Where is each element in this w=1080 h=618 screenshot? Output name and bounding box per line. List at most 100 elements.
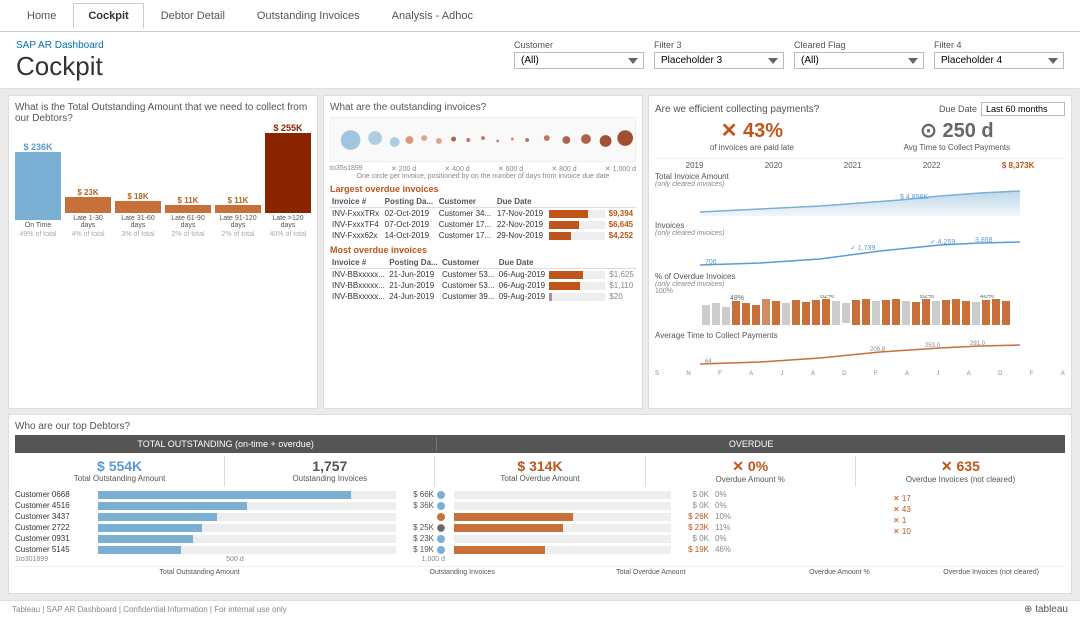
panel-outstanding-amount: What is the Total Outstanding Amount tha… <box>8 95 318 409</box>
bar-3437 <box>98 513 396 521</box>
filter4-select[interactable]: Placeholder 4 <box>934 52 1064 69</box>
bar-4516 <box>98 502 396 510</box>
avg-time-section: Average Time to Collect Payments 64 209.… <box>655 331 1065 377</box>
mcust-1: Customer 53... <box>440 269 497 281</box>
bubble-chart-svg <box>331 118 635 163</box>
cust-5145: Customer 5145 <box>15 545 95 554</box>
avg-time-svg: 64 209.9 253.0 291.0 <box>655 340 1065 368</box>
bar-late-31-60-value: $ 18K <box>127 192 148 201</box>
col-posting-m: Posting Da... <box>387 257 440 269</box>
year-labels: 2019 2020 2021 2022 $ 8,373K <box>655 158 1065 170</box>
ov-row-3437: $ 26K <box>451 512 709 521</box>
post-2: 07-Oct-2019 <box>383 219 437 230</box>
panel-right-header: Are we efficient collecting payments? Du… <box>655 102 1065 116</box>
kpi-outstanding-invoices: 1,757 Outstanding Invoices <box>225 456 435 486</box>
total-axis: 1to301899500 d1,000 d <box>15 556 445 563</box>
minv-2: INV-BBxxxxx... <box>330 280 387 291</box>
dt-row-0668: Customer 0668 $ 66K <box>15 490 445 499</box>
footer-nc: Overdue Invoices (not cleared) <box>917 569 1065 576</box>
col-val <box>607 196 636 208</box>
kpi-overdue-val: $ 314K <box>437 458 642 474</box>
col-footers: Total Outstanding Amount Outstanding Inv… <box>15 566 1065 576</box>
footer-text: Tableau | SAP AR Dashboard | Confidentia… <box>12 605 287 614</box>
nav-tab-cockpit[interactable]: Cockpit <box>73 3 143 29</box>
kpi-pct-label: Overdue Amount % <box>648 475 853 484</box>
axis-label-5: ✕ 1,000 d <box>605 165 636 173</box>
nc-row-2722: ✕ 43 <box>893 505 1065 514</box>
ov-val-3437: $ 26K <box>674 512 709 521</box>
mpost-2: 21-Jun-2019 <box>387 280 440 291</box>
kpi-total-outstanding: $ 554K Total Outstanding Amount <box>15 456 225 486</box>
dt-row-0931: Customer 0931 $ 23K <box>15 534 445 543</box>
total-invoice-chart-section: Total Invoice Amount (only cleared invoi… <box>655 172 1065 219</box>
row2: Who are our top Debtors? TOTAL OUTSTANDI… <box>8 414 1072 594</box>
cleared-flag-select[interactable]: (All) <box>794 52 924 69</box>
avg-time-label: Average Time to Collect Payments <box>655 331 1065 340</box>
nav-tab-home[interactable]: Home <box>12 3 71 29</box>
kpi-overdue-label: Total Overdue Amount <box>437 474 642 483</box>
most-overdue-header: Most overdue invoices <box>330 245 636 255</box>
pct-overdue-svg: 48% 62% 62% 40% <box>655 295 1065 327</box>
bar-late-120plus-rect <box>265 133 311 213</box>
row1: What is the Total Outstanding Amount tha… <box>8 95 1072 409</box>
kpi-avg-time: ⊙ 250 d Avg Time to Collect Payments <box>904 118 1011 152</box>
bar-late-31-60-label: Late 31-60 days <box>115 215 161 229</box>
mpost-3: 24-Jun-2019 <box>387 291 440 302</box>
mpost-1: 21-Jun-2019 <box>387 269 440 281</box>
kpi-inv-label: Outstanding Invoices <box>227 474 432 483</box>
col-bar <box>547 196 607 208</box>
footer-total: Total Outstanding Amount <box>15 569 384 576</box>
nav-tab-outstanding-invoices[interactable]: Outstanding Invoices <box>242 3 375 29</box>
svg-text:✓ 4,259: ✓ 4,259 <box>930 239 955 246</box>
bar-late-61-90-label: Late 61-90 days <box>165 215 211 229</box>
ov-row-4516: $ 0K <box>451 501 709 510</box>
year-2022-val: $ 8,373K <box>1002 161 1034 170</box>
pct-row-5145: 46% <box>715 545 887 554</box>
ov-row-0668: $ 0K <box>451 490 709 499</box>
cust-4516: Customer 4516 <box>15 501 95 510</box>
kpi-avg-time-val: ⊙ 250 d <box>904 118 1011 143</box>
nav-tab-debtor-detail[interactable]: Debtor Detail <box>146 3 240 29</box>
col-customer: Customer <box>437 196 495 208</box>
most-overdue-table: Invoice # Posting Da... Customer Due Dat… <box>330 257 636 302</box>
customer-filter-select[interactable]: (All) <box>514 52 644 69</box>
mbar-1 <box>547 269 607 281</box>
debtors-overdue-header: OVERDUE <box>437 437 1065 451</box>
bar-late-91-120-rect <box>215 205 261 213</box>
bubble-chart-note: One circle per invoice, positioned by on… <box>330 173 636 180</box>
val-4516: $ 36K <box>399 501 434 510</box>
header-filters: Customer (All) Filter 3 Placeholder 3 Cl… <box>514 40 1064 69</box>
year-2020: 2020 <box>765 161 783 170</box>
ov-row-2722: $ 23K <box>451 523 709 532</box>
kpi-inv-val: 1,757 <box>227 458 432 474</box>
filter3-select[interactable]: Placeholder 3 <box>654 52 784 69</box>
dt-col-total: Customer 0668 $ 66K Customer 4516 $ 36K … <box>15 490 445 563</box>
most-row-2: INV-BBxxxxx... 21-Jun-2019 Customer 53..… <box>330 280 636 291</box>
svg-text:$ 4,858K: $ 4,858K <box>900 194 928 201</box>
top-navigation: Home Cockpit Debtor Detail Outstanding I… <box>0 0 1080 32</box>
dt-row-3437: Customer 3437 <box>15 512 445 521</box>
kpi-overdue-pct: ✕ 0% Overdue Amount % <box>646 456 856 486</box>
bar-5145 <box>98 546 396 554</box>
dot-2722 <box>437 524 445 532</box>
bar-on-time-rect <box>15 152 61 220</box>
most-row-1: INV-BBxxxxx... 21-Jun-2019 Customer 53..… <box>330 269 636 281</box>
axis-label-3: ✕ 600 d <box>498 165 523 173</box>
panel-left-title: What is the Total Outstanding Amount tha… <box>15 102 311 124</box>
nav-tab-analysis-adhoc[interactable]: Analysis - Adhoc <box>377 3 488 29</box>
svg-text:3,868: 3,868 <box>975 237 993 244</box>
col-customer-m: Customer <box>440 257 497 269</box>
nc-row-0931: ✕ 1 <box>893 516 1065 525</box>
largest-row-3: INV-Fxxx62x 14-Oct-2019 Customer 17... 2… <box>330 230 636 241</box>
cust-3437: Customer 3437 <box>15 512 95 521</box>
filter3-label: Filter 3 <box>654 40 784 50</box>
footer-inv: Outstanding Invoices <box>388 569 536 576</box>
header-left: SAP AR Dashboard Cockpit <box>16 40 104 82</box>
val-0931: $ 23K <box>399 534 434 543</box>
svg-text:209.9: 209.9 <box>870 347 886 353</box>
col-invoice: Invoice # <box>330 196 383 208</box>
due-date-select[interactable]: Last 60 months <box>981 102 1065 116</box>
dt-row-2722: Customer 2722 $ 25K <box>15 523 445 532</box>
bubble-chart-axis: to35s1899 ✕ 200 d ✕ 400 d ✕ 600 d ✕ 800 … <box>330 165 636 173</box>
ov-bar-0931 <box>454 535 671 543</box>
